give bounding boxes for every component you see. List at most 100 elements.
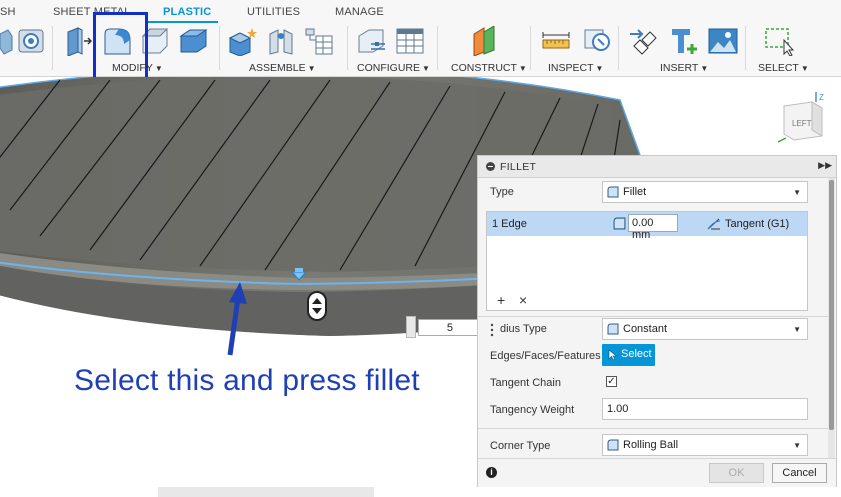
inspect-menu-label: INSPECT: [548, 62, 594, 74]
remove-icon[interactable]: ×: [519, 292, 527, 308]
input-drag-handle[interactable]: [406, 316, 416, 338]
radius-value-text: 5: [446, 322, 453, 334]
motion-table-icon[interactable]: [304, 26, 334, 56]
separator: [530, 26, 531, 70]
expand-panel-icon[interactable]: ▶▶: [818, 160, 832, 171]
edge-list-row[interactable]: 1 Edge 0.00 mm Tangent (G1): [487, 212, 807, 241]
tangency-weight-value: 1.00: [607, 403, 629, 415]
interference-icon[interactable]: [582, 26, 612, 56]
assemble-menu-label: ASSEMBLE: [249, 62, 306, 74]
insert-mcmaster-icon[interactable]: [670, 26, 700, 56]
drag-grip-icon[interactable]: [489, 323, 495, 337]
collapse-icon[interactable]: [486, 162, 495, 171]
edges-faces-features-label: Edges/Faces/Features: [490, 350, 601, 362]
radius-type-label: dius Type: [500, 323, 547, 335]
divider: [478, 316, 828, 317]
tab-manage[interactable]: MANAGE: [335, 6, 384, 18]
select-button-label: Select: [621, 348, 652, 360]
viewcube-axis-z: Z: [819, 93, 824, 102]
corner-type-label: Corner Type: [490, 440, 551, 452]
shell-icon[interactable]: [0, 26, 14, 56]
insert-menu[interactable]: INSERT ▼: [660, 62, 708, 74]
select-edges-button[interactable]: Select: [602, 344, 655, 366]
add-icon[interactable]: +: [497, 292, 505, 308]
configure-menu[interactable]: CONFIGURE ▼: [357, 62, 430, 74]
tangency-weight-label: Tangency Weight: [490, 404, 575, 416]
corner-type-dropdown[interactable]: Rolling Ball ▼: [602, 434, 808, 456]
scrollbar-thumb[interactable]: [829, 180, 834, 430]
radius-type-value: Constant: [623, 323, 668, 335]
construct-menu[interactable]: CONSTRUCT ▼: [451, 62, 527, 74]
press-pull-icon[interactable]: [62, 26, 92, 56]
annotation-text: Select this and press fillet: [74, 364, 420, 397]
chevron-down-icon: ▼: [793, 441, 801, 450]
configuration-table-icon[interactable]: [395, 26, 425, 56]
construct-menu-label: CONSTRUCT: [451, 62, 517, 74]
edge-radius-field[interactable]: 0.00 mm: [628, 214, 678, 241]
fillet-size-icon: [613, 217, 626, 230]
ok-button[interactable]: OK: [709, 463, 764, 483]
dialog-scrollbar[interactable]: [828, 178, 835, 460]
divider: [478, 428, 828, 429]
new-component-icon[interactable]: [228, 26, 258, 56]
separator: [219, 26, 220, 70]
active-tab-indicator: [148, 21, 218, 23]
rib-icon[interactable]: [16, 26, 46, 56]
info-icon[interactable]: i: [486, 467, 497, 478]
configure-parameters-icon[interactable]: [357, 26, 387, 56]
ribbon-toolbar: SH SHEET METAL PLASTIC UTILITIES MANAGE …: [0, 0, 841, 82]
fillet-dialog: FILLET ▶▶ Type Fillet ▼ 1 Edge 0.00 mm T…: [477, 155, 837, 487]
modify-menu-label: MODIFY: [112, 62, 153, 74]
chevron-down-icon: ▼: [518, 64, 527, 73]
offset-plane-icon[interactable]: [470, 26, 500, 56]
tab-design[interactable]: SH: [0, 6, 16, 18]
dialog-title: FILLET: [500, 161, 537, 173]
rolling-ball-icon: [607, 439, 619, 451]
cancel-button[interactable]: Cancel: [772, 463, 827, 483]
insert-canvas-icon[interactable]: [708, 26, 738, 56]
configure-menu-label: CONFIGURE: [357, 62, 420, 74]
dialog-header: FILLET ▶▶: [478, 156, 836, 178]
chevron-down-icon: ▼: [154, 64, 163, 73]
separator: [52, 26, 53, 70]
chevron-down-icon: ▼: [422, 64, 430, 73]
separator: [745, 26, 746, 70]
modify-menu[interactable]: MODIFY ▼: [112, 62, 163, 74]
select-menu-label: SELECT: [758, 62, 799, 74]
viewcube[interactable]: Z LEFT: [772, 92, 832, 148]
edge-selection-list: 1 Edge 0.00 mm Tangent (G1) + ×: [486, 211, 808, 311]
assemble-menu[interactable]: ASSEMBLE ▼: [249, 62, 316, 74]
type-dropdown[interactable]: Fillet ▼: [602, 181, 808, 203]
radius-type-dropdown[interactable]: Constant ▼: [602, 318, 808, 340]
constant-radius-icon: [607, 323, 619, 335]
viewcube-face-label: LEFT: [792, 119, 812, 128]
shell-body-icon[interactable]: [178, 26, 208, 56]
fillet-type-icon: [607, 186, 619, 198]
tangent-chain-label: Tangent Chain: [490, 377, 561, 389]
navigation-bar[interactable]: [158, 487, 374, 497]
edge-radius-value: 0.00 mm: [632, 217, 654, 241]
tab-plastic[interactable]: PLASTIC: [163, 6, 211, 18]
type-value: Fillet: [623, 186, 647, 198]
chevron-down-icon: ▼: [595, 64, 604, 73]
tangency-weight-input[interactable]: 1.00: [602, 398, 808, 420]
measure-icon[interactable]: [541, 26, 571, 56]
tangent-continuity-icon: [707, 218, 721, 230]
tangent-chain-checkbox[interactable]: ✓: [606, 376, 617, 387]
insert-menu-label: INSERT: [660, 62, 699, 74]
chevron-down-icon: ▼: [800, 64, 809, 73]
tangency-dropdown[interactable]: Tangent (G1): [725, 218, 789, 230]
select-icon[interactable]: [764, 26, 794, 56]
select-menu[interactable]: SELECT ▼: [758, 62, 809, 74]
radius-value-input[interactable]: 5: [418, 319, 480, 336]
tab-utilities[interactable]: UTILITIES: [247, 6, 300, 18]
inspect-menu[interactable]: INSPECT ▼: [548, 62, 603, 74]
insert-derive-icon[interactable]: [628, 26, 658, 56]
chevron-down-icon: ▼: [307, 64, 316, 73]
separator: [347, 26, 348, 70]
cursor-arrow-icon: [608, 349, 618, 361]
type-label: Type: [490, 186, 514, 198]
joint-icon[interactable]: [266, 26, 296, 56]
separator: [437, 26, 438, 70]
separator: [618, 26, 619, 70]
